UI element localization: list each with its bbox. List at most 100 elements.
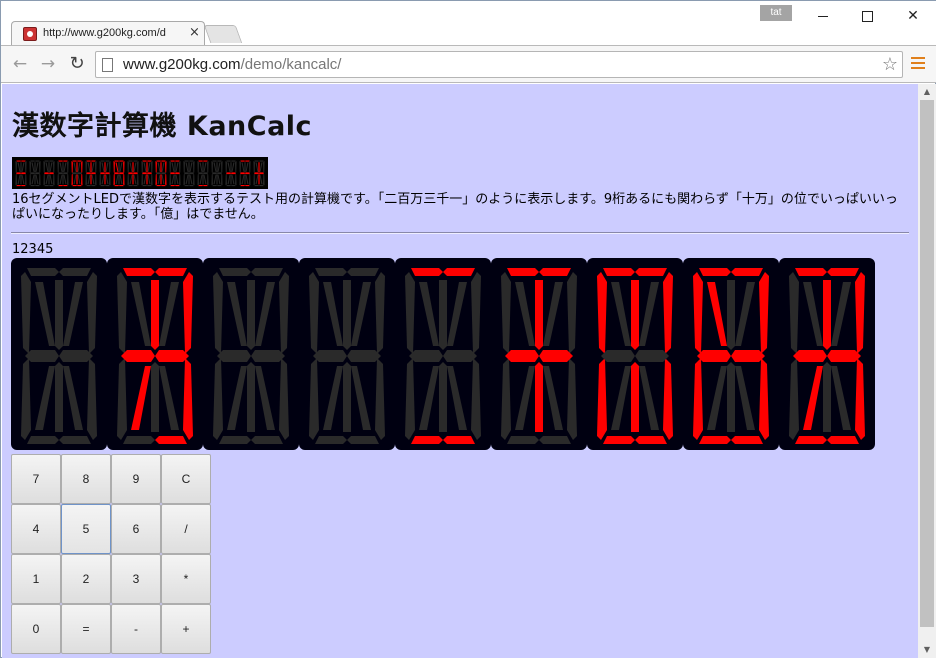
- led-segment-c: [81, 173, 83, 186]
- led-segment-a2: [91, 160, 96, 162]
- led-segment-k: [21, 174, 25, 185]
- led-segment-e: [155, 173, 157, 186]
- led-segment-m: [185, 174, 189, 185]
- led-segment-m: [17, 174, 21, 185]
- key-1[interactable]: 1: [11, 554, 61, 604]
- key-9[interactable]: 9: [111, 454, 161, 504]
- led-segment-i: [132, 162, 134, 173]
- vertical-scrollbar[interactable]: ▲ ▼: [918, 84, 936, 658]
- led-segment-c: [25, 173, 27, 186]
- reload-icon[interactable]: ↻: [67, 54, 87, 74]
- title-bar: http://www.g200kg.com/d × tat ✕: [1, 1, 936, 45]
- led-segment-d1: [128, 184, 133, 187]
- key-3[interactable]: 3: [111, 554, 161, 604]
- menu-icon[interactable]: [911, 57, 925, 71]
- key-equals[interactable]: =: [61, 604, 111, 654]
- key-8[interactable]: 8: [61, 454, 111, 504]
- led-segment-j: [21, 162, 25, 172]
- led-segment-i: [230, 162, 232, 173]
- profile-badge[interactable]: tat: [760, 5, 792, 21]
- led-segment-l: [146, 174, 148, 185]
- url-host: www.g200kg.com: [123, 56, 241, 73]
- led-segment-d2: [133, 184, 138, 187]
- key-clear[interactable]: C: [161, 454, 211, 504]
- tab-close-icon[interactable]: ×: [189, 25, 200, 40]
- led-segment-g1: [128, 172, 133, 175]
- bookmark-star-icon[interactable]: ☆: [882, 54, 898, 75]
- led-segment-h: [115, 162, 119, 172]
- back-arrow-icon[interactable]: ←: [10, 54, 30, 74]
- key-0[interactable]: 0: [11, 604, 61, 654]
- led-segment-b: [663, 272, 673, 354]
- address-bar[interactable]: www.g200kg.com/demo/kancalc/ ☆: [95, 51, 903, 78]
- led-segment-m: [45, 174, 49, 185]
- led-segment-g2: [245, 172, 250, 175]
- led-segment-c: [207, 173, 209, 186]
- banner-led-cell: [196, 159, 210, 187]
- led-segment-c: [95, 173, 97, 186]
- led-segment-d1: [100, 184, 105, 187]
- close-icon[interactable]: ✕: [890, 1, 936, 31]
- minimize-icon[interactable]: [800, 1, 846, 31]
- key-6[interactable]: 6: [111, 504, 161, 554]
- led-segment-k: [543, 366, 563, 430]
- led-segment-d2: [77, 184, 82, 187]
- led-segment-a1: [86, 160, 91, 162]
- forward-arrow-icon[interactable]: →: [38, 54, 58, 74]
- led-segment-b: [249, 161, 251, 173]
- scrollbar-thumb[interactable]: [920, 100, 934, 627]
- led-segment-m: [115, 174, 119, 185]
- led-segment-h: [45, 162, 49, 172]
- led-segment-d2: [21, 184, 26, 187]
- led-segment-a2: [161, 160, 166, 162]
- led-segment-i: [202, 162, 204, 173]
- led-segment-j: [735, 282, 755, 346]
- key-5[interactable]: 5: [61, 504, 111, 554]
- banner-led-cell: [42, 159, 56, 187]
- scroll-down-arrow-icon[interactable]: ▼: [918, 642, 936, 658]
- led-segment-b: [53, 161, 55, 173]
- led-segment-g1: [58, 172, 63, 175]
- maximize-icon[interactable]: [844, 1, 890, 31]
- key-7[interactable]: 7: [11, 454, 61, 504]
- led-segment-d1: [30, 184, 35, 187]
- led-segment-b: [81, 161, 83, 173]
- led-digit-svg: [213, 268, 289, 444]
- led-segment-b: [39, 161, 41, 173]
- key-divide[interactable]: /: [161, 504, 211, 554]
- banner-led-cell: [140, 159, 154, 187]
- led-segment-d2: [189, 184, 194, 187]
- led-segment-j: [259, 162, 263, 172]
- led-segment-d1: [123, 436, 155, 444]
- led-segment-d1: [114, 184, 119, 187]
- new-tab-button[interactable]: [203, 25, 243, 43]
- led-segment-g1: [198, 172, 203, 175]
- led-segment-f: [85, 161, 87, 173]
- led-segment-a2: [827, 268, 859, 276]
- banner-led-cell: [154, 159, 168, 187]
- led-segment-j: [447, 282, 467, 346]
- led-segment-i: [146, 162, 148, 173]
- scroll-up-arrow-icon[interactable]: ▲: [918, 84, 936, 100]
- key-4[interactable]: 4: [11, 504, 61, 554]
- browser-tab[interactable]: http://www.g200kg.com/d ×: [11, 21, 205, 45]
- led-segment-d2: [539, 436, 571, 444]
- led-segment-d2: [49, 184, 54, 187]
- led-segment-i: [90, 162, 92, 173]
- led-segment-f: [169, 161, 171, 173]
- led-segment-a1: [114, 160, 119, 162]
- led-segment-g1: [184, 172, 189, 175]
- led-segment-g2: [147, 172, 152, 175]
- key-plus[interactable]: +: [161, 604, 211, 654]
- key-multiply[interactable]: *: [161, 554, 211, 604]
- led-segment-e: [117, 358, 127, 440]
- key-minus[interactable]: -: [111, 604, 161, 654]
- led-segment-h: [419, 282, 439, 346]
- current-value: 12345: [12, 242, 54, 257]
- led-segment-b: [67, 161, 69, 173]
- led-segment-e: [239, 173, 241, 186]
- led-digit-svg: [117, 268, 193, 444]
- url-text[interactable]: www.g200kg.com/demo/kancalc/: [123, 56, 341, 73]
- key-2[interactable]: 2: [61, 554, 111, 604]
- led-segment-g1: [601, 350, 635, 362]
